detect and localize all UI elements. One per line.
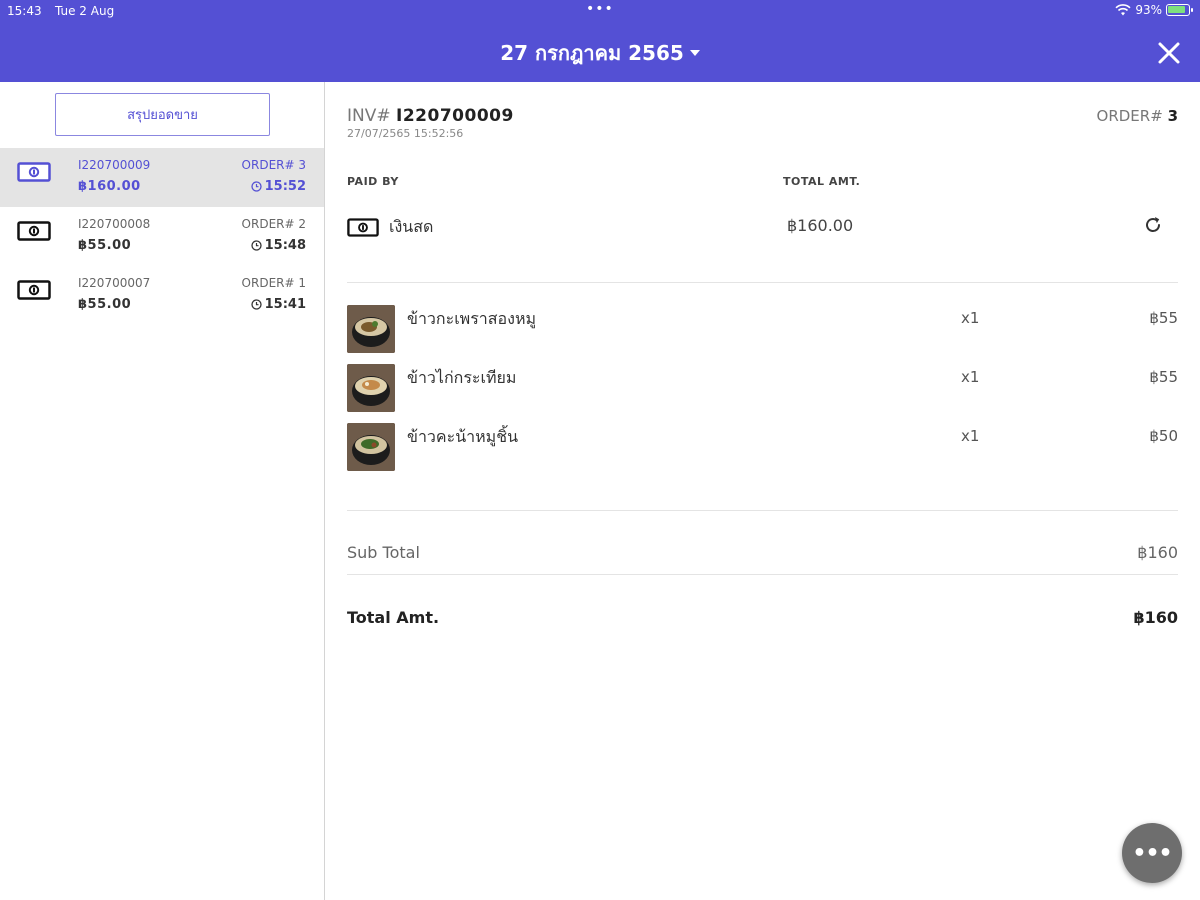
- payment-method: เงินสด: [347, 215, 433, 240]
- payment-amount: ฿160.00: [787, 216, 854, 235]
- status-time: 15:43: [7, 4, 42, 18]
- order-number: ORDER# 1: [241, 276, 306, 290]
- battery-percent: 93%: [1135, 3, 1162, 17]
- paid-by-label: PAID BY: [347, 175, 399, 188]
- order-number: ORDER# 3: [241, 158, 306, 172]
- invoice-number: INV# I220700009: [347, 106, 514, 126]
- close-icon[interactable]: [1156, 40, 1182, 66]
- order-time: 15:41: [250, 297, 306, 312]
- more-actions-button[interactable]: •••: [1122, 823, 1182, 883]
- cash-icon: [17, 221, 51, 241]
- subtotal-value: ฿160: [1137, 543, 1178, 562]
- more-icon: •••: [1132, 840, 1172, 866]
- order-list-item[interactable]: I220700009 ฿160.00 ORDER# 3 15:52: [0, 148, 324, 207]
- order-detail-panel: INV# I220700009 27/07/2565 15:52:56 ORDE…: [326, 82, 1200, 900]
- total-label: Total Amt.: [347, 608, 440, 627]
- cash-icon: [347, 218, 379, 237]
- order-time: 15:48: [250, 238, 306, 253]
- date-title: 27 กรกฎาคม 2565: [500, 41, 684, 65]
- status-right: 93%: [1115, 3, 1193, 17]
- divider: [347, 282, 1178, 283]
- divider: [347, 574, 1178, 575]
- order-prefix: ORDER#: [1096, 107, 1163, 125]
- item-name: ข้าวคะน้าหมูชิ้น: [407, 427, 519, 446]
- food-thumbnail: [347, 364, 395, 412]
- item-qty: x1: [961, 368, 980, 386]
- item-qty: x1: [961, 427, 980, 445]
- wifi-icon: [1115, 4, 1131, 16]
- sales-summary-button[interactable]: สรุปยอดขาย: [55, 93, 270, 136]
- order-time: 15:52: [250, 179, 306, 194]
- item-price: ฿55: [1149, 368, 1178, 386]
- clock-icon: [250, 299, 262, 310]
- item-price: ฿55: [1149, 309, 1178, 327]
- order-amount: ฿55.00: [78, 297, 132, 312]
- invoice-prefix: INV#: [347, 106, 391, 126]
- order-item-row: ข้าวคะน้าหมูชิ้น x1 ฿50: [347, 423, 1178, 473]
- item-price: ฿50: [1149, 427, 1178, 445]
- status-bar: 15:43 Tue 2 Aug ••• 93%: [0, 0, 1200, 24]
- order-amount: ฿55.00: [78, 238, 132, 253]
- multitasking-dots[interactable]: •••: [586, 1, 614, 17]
- status-date: Tue 2 Aug: [55, 4, 115, 18]
- battery-icon: [1166, 4, 1193, 16]
- refresh-icon[interactable]: [1142, 214, 1164, 236]
- invoice-datetime: 27/07/2565 15:52:56: [347, 127, 464, 140]
- clock-icon: [250, 240, 262, 251]
- order-amount: ฿160.00: [78, 179, 141, 194]
- food-thumbnail: [347, 423, 395, 471]
- order-time-value: 15:52: [264, 179, 306, 194]
- date-selector[interactable]: 27 กรกฎาคม 2565: [0, 41, 1200, 65]
- cash-icon: [17, 280, 51, 300]
- order-item-row: ข้าวกะเพราสองหมู x1 ฿55: [347, 305, 1178, 355]
- order-time-value: 15:41: [264, 297, 306, 312]
- order-number: ORDER# 2: [241, 217, 306, 231]
- invoice-value: I220700009: [396, 106, 514, 126]
- caret-down-icon: [689, 49, 700, 56]
- clock-icon: [250, 181, 262, 192]
- order-number-value: 3: [1167, 107, 1178, 125]
- order-list-panel: สรุปยอดขาย I220700009 ฿160.00 ORDER# 3 1…: [0, 82, 325, 900]
- order-invoice: I220700008: [78, 217, 151, 231]
- order-list-item[interactable]: I220700008 ฿55.00 ORDER# 2 15:48: [0, 207, 324, 266]
- order-number-label: ORDER# 3: [1097, 107, 1178, 125]
- item-name: ข้าวกะเพราสองหมู: [407, 309, 537, 328]
- payment-method-label: เงินสด: [389, 217, 434, 236]
- subtotal-label: Sub Total: [347, 543, 420, 562]
- item-qty: x1: [961, 309, 980, 327]
- order-time-value: 15:48: [264, 238, 306, 253]
- total-value: ฿160: [1133, 608, 1178, 627]
- top-app-bar: 15:43 Tue 2 Aug ••• 93% 27 กรกฎาคม 2565: [0, 0, 1200, 82]
- order-list-item[interactable]: I220700007 ฿55.00 ORDER# 1 15:41: [0, 266, 324, 325]
- cash-icon: [17, 162, 51, 182]
- food-thumbnail: [347, 305, 395, 353]
- total-amt-label: TOTAL AMT.: [783, 175, 861, 188]
- order-invoice: I220700007: [78, 276, 151, 290]
- item-name: ข้าวไก่กระเทียม: [407, 368, 517, 387]
- divider: [347, 510, 1178, 511]
- order-invoice: I220700009: [78, 158, 151, 172]
- order-item-row: ข้าวไก่กระเทียม x1 ฿55: [347, 364, 1178, 414]
